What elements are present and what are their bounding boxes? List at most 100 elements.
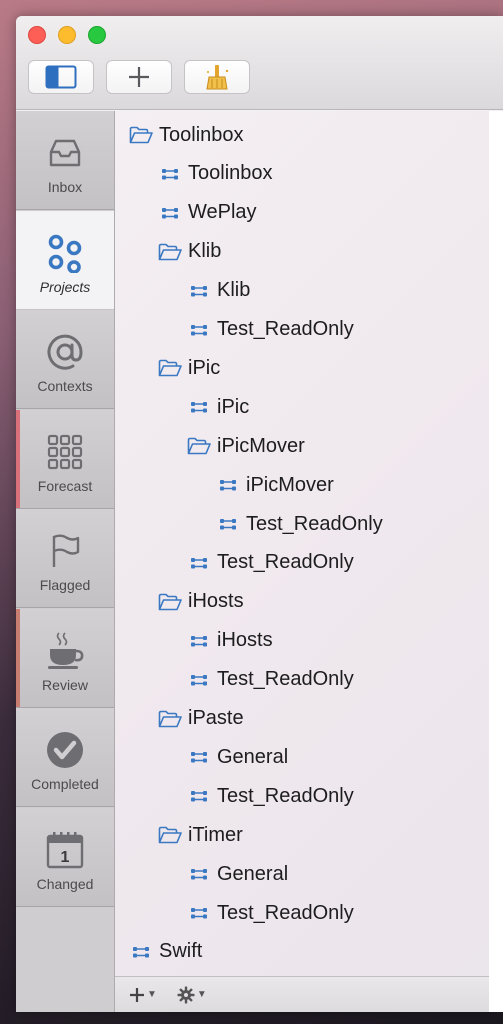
project-icon [216, 475, 240, 495]
perspective-changed[interactable]: 1 Changed [16, 807, 114, 907]
project-row[interactable]: Test_ReadOnly [187, 549, 354, 577]
clean-up-button[interactable] [184, 60, 250, 94]
project-icon [187, 864, 211, 884]
row-label: Swift [159, 940, 203, 963]
row-label: Toolinbox [159, 123, 244, 146]
plus-icon [130, 987, 144, 1002]
folder-row[interactable]: iPaste [158, 705, 244, 733]
perspective-status-stripe [16, 409, 20, 508]
perspective-status-stripe [16, 608, 20, 707]
toggle-sidebar-button[interactable] [28, 60, 94, 94]
forecast-grid-icon [45, 432, 85, 472]
coffee-cup-icon [45, 631, 85, 671]
project-icon [187, 903, 211, 923]
project-row[interactable]: Test_ReadOnly [187, 782, 354, 810]
project-row[interactable]: iPicMover [216, 471, 334, 499]
calendar-day: 1 [61, 849, 70, 866]
plus-icon [129, 67, 149, 87]
row-label: iTimer [188, 823, 243, 846]
project-icon [187, 747, 211, 767]
perspective-forecast[interactable]: Forecast [16, 409, 114, 509]
project-row[interactable]: Swift [129, 938, 202, 966]
at-sign-icon [45, 332, 85, 372]
row-label: iPic [188, 356, 221, 379]
folder-icon [158, 358, 182, 378]
row-label: Test_ReadOnly [217, 551, 354, 574]
add-item-button[interactable] [106, 60, 172, 94]
project-icon [187, 631, 211, 651]
folder-row[interactable]: iPic [158, 354, 220, 382]
row-label: Toolinbox [188, 162, 273, 185]
perspective-inbox[interactable]: Inbox [16, 111, 114, 210]
chevron-down-icon: ▼ [196, 989, 207, 1000]
project-icon [158, 203, 182, 223]
perspective-completed[interactable]: Completed [16, 708, 114, 807]
footer-add-button[interactable]: ▼ [129, 983, 157, 1007]
row-label: Test_ReadOnly [217, 318, 354, 340]
project-icon [187, 786, 211, 806]
title-bar [16, 16, 503, 110]
folder-icon [158, 825, 182, 845]
gear-icon [177, 986, 195, 1003]
project-icon [216, 514, 240, 534]
project-row[interactable]: General [187, 743, 288, 771]
project-icon [187, 397, 211, 417]
chevron-down-icon: ▼ [147, 989, 157, 1000]
project-icon [158, 164, 182, 184]
project-icon [187, 281, 211, 301]
outline-footer: ▼ ▼ [115, 976, 489, 1012]
app-window: Inbox Projects Contexts Forecast Flagged Revi… [16, 16, 503, 1012]
project-row[interactable]: General [187, 860, 288, 888]
perspective-label: Review [42, 676, 88, 693]
perspectives-sidebar: Inbox Projects Contexts Forecast Flagged Revi… [16, 111, 115, 1012]
project-icon [129, 942, 153, 962]
project-row[interactable]: WePlay [158, 199, 257, 227]
project-icon [187, 670, 211, 690]
project-row[interactable]: Test_ReadOnly [187, 666, 354, 694]
project-row[interactable]: Test_ReadOnly [187, 899, 354, 927]
project-icon [187, 553, 211, 573]
folder-row[interactable]: Toolinbox [129, 121, 244, 149]
row-label: iHosts [217, 629, 273, 652]
row-label: Klib [217, 279, 251, 302]
perspective-label: Forecast [37, 477, 93, 494]
row-label: iPic [217, 395, 250, 418]
folder-icon [158, 709, 182, 729]
main-content: Inbox Projects Contexts Forecast Flagged Revi… [16, 111, 503, 1012]
footer-settings-button[interactable]: ▼ [177, 983, 207, 1007]
perspective-label: Flagged [39, 577, 91, 593]
content-pane-edge [489, 111, 503, 1012]
row-label: Test_ReadOnly [217, 784, 354, 807]
row-label: iPaste [188, 707, 244, 729]
zoom-window-button[interactable] [88, 26, 106, 44]
folder-row[interactable]: iTimer [158, 821, 243, 849]
project-row[interactable]: Toolinbox [158, 160, 273, 188]
row-label: General [217, 745, 289, 768]
perspective-label: Contexts [37, 378, 93, 394]
project-row[interactable]: iPic [187, 393, 249, 421]
perspective-contexts[interactable]: Contexts [16, 310, 114, 409]
row-label: Klib [188, 240, 222, 263]
project-row[interactable]: Test_ReadOnly [187, 316, 354, 344]
folder-row[interactable]: iHosts [158, 588, 244, 616]
perspective-label: Changed [36, 875, 94, 892]
perspective-label: Completed [31, 776, 99, 792]
folder-row[interactable]: Klib [158, 238, 221, 266]
project-row[interactable]: iHosts [187, 627, 273, 655]
row-label: Test_ReadOnly [217, 668, 354, 691]
perspective-label: Inbox [47, 179, 83, 195]
perspective-label: Projects [39, 278, 91, 295]
perspective-review[interactable]: Review [16, 608, 114, 708]
row-label: iPicMover [246, 473, 334, 496]
project-row[interactable]: Test_ReadOnly [216, 510, 383, 538]
folder-icon [158, 592, 182, 612]
row-label: iPicMover [217, 434, 305, 457]
close-window-button[interactable] [28, 26, 46, 44]
folder-row[interactable]: iPicMover [187, 432, 305, 460]
perspective-flagged[interactable]: Flagged [16, 509, 114, 608]
perspective-projects[interactable]: Projects [16, 210, 114, 310]
minimize-window-button[interactable] [58, 26, 76, 44]
project-row[interactable]: Klib [187, 277, 250, 305]
project-outline[interactable]: Toolinbox Toolinbox WePlay Klib Klib Test_Rea… [115, 111, 489, 976]
row-label: Test_ReadOnly [217, 901, 354, 924]
